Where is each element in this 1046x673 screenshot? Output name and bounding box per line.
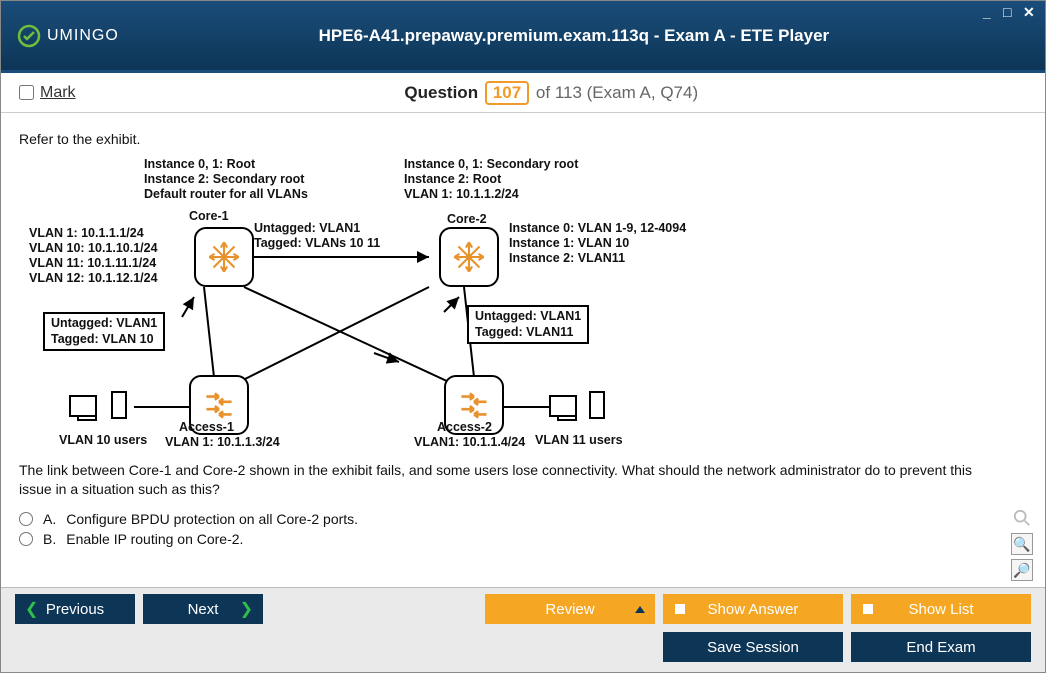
option-b[interactable]: B. Enable IP routing on Core-2. — [19, 531, 1027, 547]
core1-info: Instance 0, 1: Root Instance 2: Secondar… — [144, 157, 308, 202]
server-left-icon — [111, 391, 127, 419]
zoom-in-button[interactable]: 🔍 — [1011, 533, 1033, 555]
mark-checkbox[interactable] — [19, 85, 34, 100]
pc-left-icon — [69, 395, 97, 417]
left-tag-box: Untagged: VLAN1 Tagged: VLAN 10 — [43, 312, 165, 351]
zoom-controls: 🔍 🔎 — [1011, 507, 1033, 581]
option-a-letter: A. — [43, 511, 56, 527]
option-b-radio[interactable] — [19, 532, 33, 546]
core1-name: Core-1 — [189, 209, 229, 224]
answer-options: A. Configure BPDU protection on all Core… — [19, 511, 1027, 547]
server-right-icon — [589, 391, 605, 419]
minimize-icon[interactable]: _ — [983, 5, 997, 19]
window-title: HPE6-A41.prepaway.premium.exam.113q - Ex… — [119, 26, 1029, 46]
access2-vlan: VLAN1: 10.1.1.4/24 — [414, 435, 525, 450]
close-icon[interactable]: ✕ — [1023, 5, 1037, 19]
search-icon[interactable] — [1011, 507, 1033, 529]
chevron-left-icon: ❮ — [25, 599, 38, 619]
question-text: The link between Core-1 and Core-2 shown… — [19, 461, 979, 499]
end-exam-button[interactable]: End Exam — [851, 632, 1031, 662]
question-bar: Mark Question 107 of 113 (Exam A, Q74) — [1, 73, 1045, 113]
pc-right-icon — [549, 395, 577, 417]
core2-name: Core-2 — [447, 212, 487, 227]
core1-switch-icon — [194, 227, 254, 287]
content-area: Refer to the exhibit. Instance 0 — [1, 113, 1045, 587]
show-answer-button[interactable]: Show Answer — [663, 594, 843, 624]
titlebar: UMINGO HPE6-A41.prepaway.premium.exam.11… — [1, 1, 1045, 73]
zoom-out-button[interactable]: 🔎 — [1011, 559, 1033, 581]
access1-vlan: VLAN 1: 10.1.1.3/24 — [165, 435, 280, 450]
show-list-button[interactable]: Show List — [851, 594, 1031, 624]
square-icon — [675, 604, 685, 614]
exhibit-reference: Refer to the exhibit. — [19, 131, 1027, 147]
diagram-links — [29, 157, 729, 447]
chevron-right-icon: ❯ — [240, 599, 253, 619]
core2-instances: Instance 0: VLAN 1-9, 12-4094 Instance 1… — [509, 221, 686, 266]
network-diagram: Instance 0, 1: Root Instance 2: Secondar… — [29, 157, 729, 447]
question-number: 107 — [485, 81, 529, 105]
window-controls: _ □ ✕ — [983, 5, 1037, 19]
core2-switch-icon — [439, 227, 499, 287]
core2-info: Instance 0, 1: Secondary root Instance 2… — [404, 157, 578, 202]
vlan10-users: VLAN 10 users — [59, 433, 147, 448]
maximize-icon[interactable]: □ — [1003, 5, 1017, 19]
option-b-text: Enable IP routing on Core-2. — [66, 531, 243, 547]
access2-name: Access-2 — [437, 420, 492, 435]
app-logo: UMINGO — [17, 24, 119, 48]
next-button[interactable]: Next ❯ — [143, 594, 263, 624]
question-indicator: Question 107 of 113 (Exam A, Q74) — [76, 81, 1027, 105]
right-tag-box: Untagged: VLAN1 Tagged: VLAN11 — [467, 305, 589, 344]
option-b-letter: B. — [43, 531, 56, 547]
app-name: UMINGO — [47, 27, 119, 45]
core1-tag: Untagged: VLAN1 Tagged: VLANs 10 11 — [254, 221, 380, 251]
option-a[interactable]: A. Configure BPDU protection on all Core… — [19, 511, 1027, 527]
triangle-up-icon — [635, 606, 645, 613]
option-a-radio[interactable] — [19, 512, 33, 526]
mark-label[interactable]: Mark — [40, 84, 76, 102]
option-a-text: Configure BPDU protection on all Core-2 … — [66, 511, 358, 527]
save-session-button[interactable]: Save Session — [663, 632, 843, 662]
review-button[interactable]: Review — [485, 594, 655, 624]
square-icon — [863, 604, 873, 614]
access1-name: Access-1 — [179, 420, 234, 435]
previous-button[interactable]: ❮ Previous — [15, 594, 135, 624]
core1-vlans: VLAN 1: 10.1.1.1/24 VLAN 10: 10.1.10.1/2… — [29, 226, 158, 286]
question-word: Question — [404, 83, 478, 102]
mark-checkbox-wrap[interactable]: Mark — [19, 84, 76, 102]
vlan11-users: VLAN 11 users — [535, 433, 623, 448]
logo-check-icon — [17, 24, 41, 48]
question-of-text: of 113 (Exam A, Q74) — [536, 83, 698, 102]
bottom-bar: ❮ Previous Next ❯ Review Show Answer Sho… — [1, 587, 1045, 672]
